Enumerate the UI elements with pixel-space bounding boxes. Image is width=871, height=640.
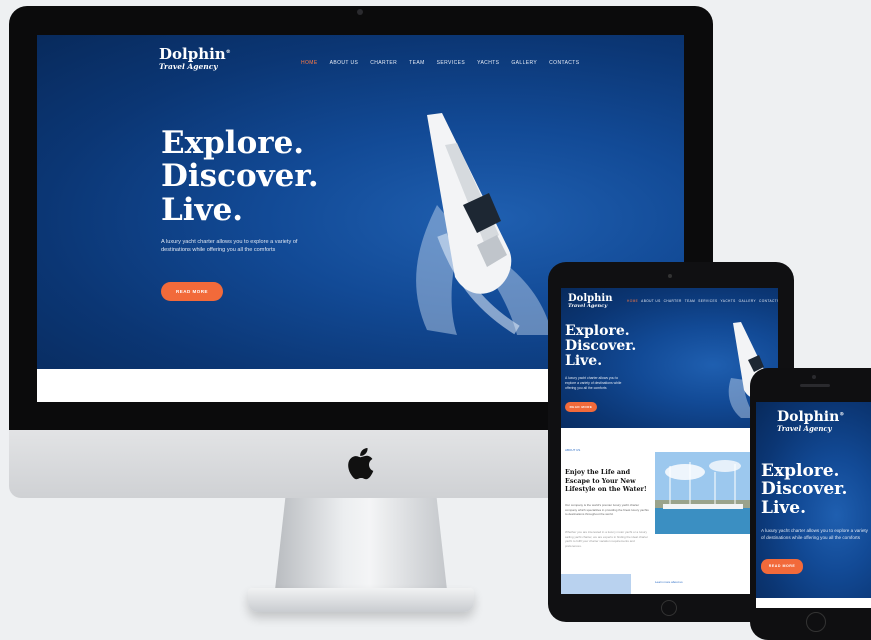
tablet-headline: Explore. Discover. Live. <box>565 323 637 370</box>
tablet-lead: A luxury yacht charter allows you to exp… <box>565 376 622 390</box>
mobile-site-screen: Dolphin® Travel Agency Explore. Discover… <box>756 402 871 608</box>
tablet-nav-gallery[interactable]: GALLERY <box>739 299 756 303</box>
iphone-camera <box>812 375 816 379</box>
tablet-nav-yachts[interactable]: YACHTS <box>721 299 736 303</box>
logo-registered-mark: ® <box>225 49 231 55</box>
mobile-lead: A luxury yacht charter allows you to exp… <box>761 528 868 540</box>
mobile-bottom-strip <box>756 598 871 608</box>
mobile-logo-main: Dolphin <box>777 409 840 425</box>
mobile-headline-2: Discover. <box>761 479 848 500</box>
mobile-logo-mark: ® <box>839 411 845 418</box>
tablet-nav-services[interactable]: SERVICES <box>698 299 717 303</box>
tablet-read-more-button[interactable]: READ MORE <box>565 402 597 412</box>
marina-photo <box>655 452 750 534</box>
read-more-button[interactable]: READ MORE <box>161 282 223 301</box>
tablet-nav-home[interactable]: HOME <box>627 299 638 303</box>
iphone-home-button <box>806 612 826 632</box>
imac-stand <box>275 498 447 590</box>
headline-line-1: Explore. <box>161 125 305 161</box>
imac-camera <box>357 9 363 15</box>
mobile-headline-1: Explore. <box>761 461 840 481</box>
nav-about[interactable]: ABOUT US <box>330 60 359 66</box>
mobile-logo[interactable]: Dolphin® Travel Agency <box>777 410 844 432</box>
tablet-nav-contacts[interactable]: CONTACTS <box>759 299 778 303</box>
imac-stand-base <box>248 588 474 612</box>
nav-team[interactable]: TEAM <box>409 60 425 66</box>
tablet-headline-3: Live. <box>565 353 603 370</box>
main-nav: HOME ABOUT US CHARTER TEAM SERVICES YACH… <box>301 60 592 66</box>
nav-gallery[interactable]: GALLERY <box>511 60 537 66</box>
logo-main-text: Dolphin <box>159 45 226 63</box>
nav-home[interactable]: HOME <box>301 60 318 66</box>
boat-icon <box>416 113 552 335</box>
logo-sub-text: Travel Agency <box>159 62 218 71</box>
apple-logo-icon <box>348 448 374 480</box>
tablet-nav: HOME ABOUT US CHARTER TEAM SERVICES YACH… <box>627 299 778 303</box>
tablet-nav-about[interactable]: ABOUT US <box>641 299 660 303</box>
mobile-read-more-button[interactable]: READ MORE <box>761 559 803 574</box>
hero-headline: Explore. Discover. Live. <box>161 125 319 228</box>
ipad-camera <box>668 274 672 278</box>
nav-contacts[interactable]: CONTACTS <box>549 60 579 66</box>
tablet-bottom-image <box>561 574 631 594</box>
tablet-logo[interactable]: Dolphin Travel Agency <box>568 294 612 309</box>
mobile-headline-3: Live. <box>761 497 807 518</box>
nav-yachts[interactable]: YACHTS <box>477 60 499 66</box>
tablet-site-screen: Dolphin Travel Agency HOME ABOUT US CHAR… <box>561 288 778 594</box>
tablet-headline-1: Explore. <box>565 323 630 339</box>
nav-charter[interactable]: CHARTER <box>370 60 397 66</box>
iphone-speaker <box>800 384 830 387</box>
tablet-nav-charter[interactable]: CHARTER <box>664 299 682 303</box>
tablet-nav-team[interactable]: TEAM <box>685 299 695 303</box>
ipad-home-button <box>661 600 677 616</box>
tablet-hero-section: Dolphin Travel Agency HOME ABOUT US CHAR… <box>561 288 778 428</box>
mobile-logo-sub: Travel Agency <box>777 424 832 433</box>
nav-services[interactable]: SERVICES <box>437 60 465 66</box>
headline-line-2: Discover. <box>161 158 319 195</box>
tablet-learn-more-link[interactable]: Learn more about us <box>655 580 683 584</box>
headline-line-3: Live. <box>161 191 244 228</box>
tablet-headline-2: Discover. <box>565 338 637 355</box>
mobile-headline: Explore. Discover. Live. <box>761 462 847 517</box>
tablet-logo-sub: Travel Agency <box>568 303 608 309</box>
tablet-section-title: Enjoy the Life and Escape to Your New Li… <box>565 468 647 494</box>
tablet-section-p1: Our company is the world's premier luxur… <box>565 503 649 516</box>
site-logo[interactable]: Dolphin® Travel Agency <box>159 47 231 71</box>
tablet-section-p2: Whether you are interested in a luxury m… <box>565 530 649 548</box>
hero-lead: A luxury yacht charter allows you to exp… <box>161 239 298 254</box>
tablet-section-tag: ABOUT US <box>565 448 581 452</box>
